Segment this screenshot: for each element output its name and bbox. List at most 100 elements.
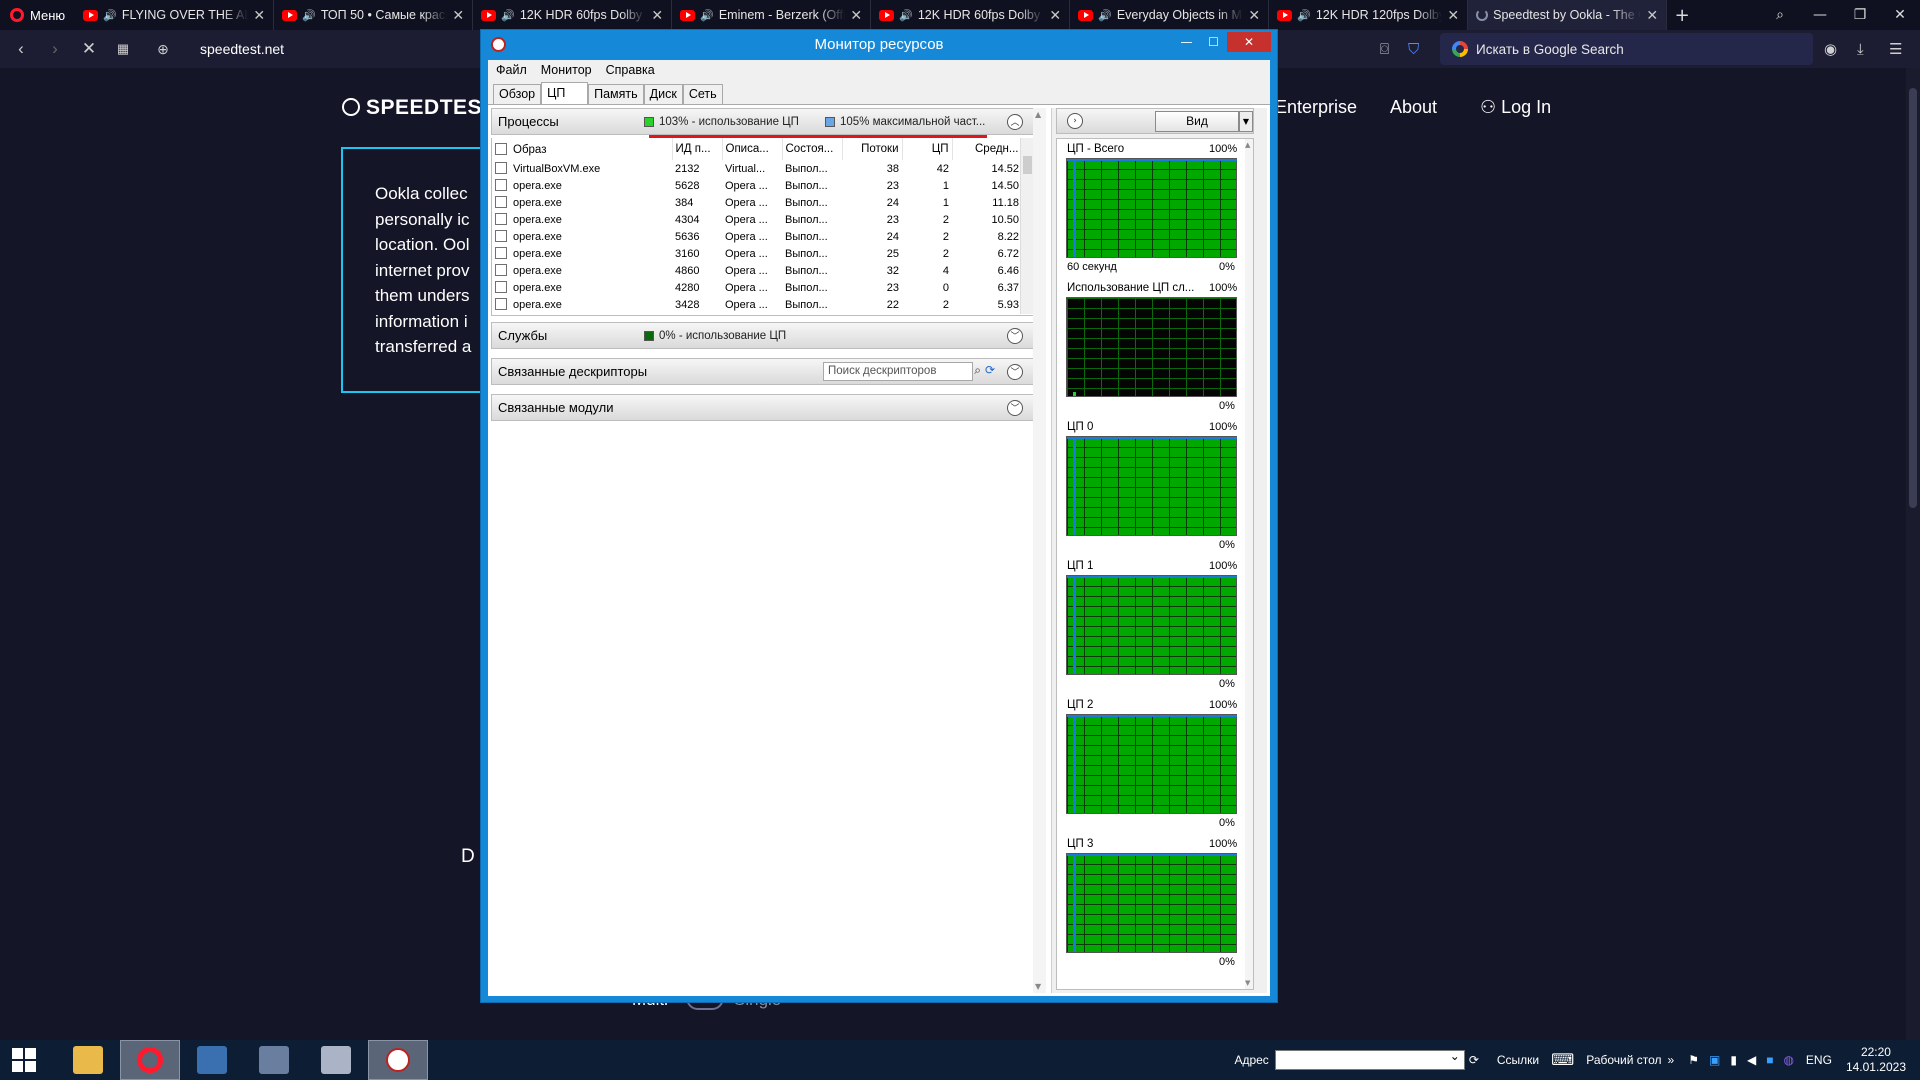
expand-modules-icon[interactable]: ﹀ [1007, 400, 1023, 416]
column-header[interactable]: Образ [492, 138, 673, 160]
table-row[interactable]: opera.exe 3428 Opera ... Выпол... 22 2 5.93 [492, 296, 1022, 313]
browser-tab[interactable]: 🔊 Everyday Objects in Mac ✕ [1070, 0, 1270, 30]
menu-monitor[interactable]: Монитор [541, 63, 592, 77]
page-scrollbar-thumb[interactable] [1909, 88, 1917, 508]
minimize-button[interactable]: — [1800, 7, 1840, 23]
taskbar-resmon[interactable] [368, 1040, 428, 1080]
speaker-icon[interactable]: 🔊 [899, 9, 913, 22]
taskbar-opera[interactable] [120, 1040, 180, 1080]
taskbar-cpuz[interactable] [244, 1040, 304, 1080]
camera-icon[interactable]: ⌼ [1380, 30, 1389, 68]
google-search-input[interactable]: Искать в Google Search [1440, 33, 1813, 65]
close-tab-icon[interactable]: ✕ [850, 7, 862, 24]
tab-disk[interactable]: Диск [643, 84, 683, 104]
expand-handles-icon[interactable]: ﹀ [1007, 364, 1023, 380]
nav-about[interactable]: About [1390, 97, 1437, 118]
close-tab-icon[interactable]: ✕ [651, 7, 663, 24]
desktop-toolbar[interactable]: Рабочий стол [1586, 1053, 1661, 1067]
table-row[interactable]: opera.exe 4280 Opera ... Выпол... 23 0 6.37 [492, 279, 1022, 296]
speaker-icon[interactable]: 🔊 [700, 9, 714, 22]
modules-header[interactable]: Связанные модули ﹀ [491, 394, 1034, 421]
speaker-icon[interactable]: 🔊 [501, 9, 515, 22]
browser-tab[interactable]: 🔊 12K HDR 120fps Dolby ✕ [1269, 0, 1469, 30]
tab-memory[interactable]: Память [588, 84, 644, 104]
details-scrollbar[interactable]: ▲ ▼ [1033, 108, 1046, 993]
view-button[interactable]: Вид [1155, 111, 1239, 132]
resmon-maximize-button[interactable]: ☐ [1200, 32, 1227, 52]
close-tab-icon[interactable]: ✕ [253, 7, 265, 24]
scroll-down-icon[interactable]: ▼ [1035, 982, 1041, 991]
browser-tab[interactable]: 🔊 12K HDR 60fps Dolby V ✕ [473, 0, 673, 30]
speaker-icon[interactable]: 🔊 [1297, 9, 1311, 22]
toolbar-overflow-icon[interactable]: » [1668, 1053, 1675, 1067]
download-icon[interactable]: ⤓ [1857, 30, 1864, 68]
row-checkbox[interactable] [495, 315, 507, 316]
resmon-minimize-button[interactable]: — [1173, 32, 1200, 52]
handles-header[interactable]: Связанные дескрипторы Поиск дескрипторов… [491, 358, 1034, 385]
row-checkbox[interactable] [495, 298, 507, 310]
table-row[interactable]: opera.exe 5636 Opera ... Выпол... 24 2 8.22 [492, 228, 1022, 245]
opera-menu-button[interactable]: Меню [0, 0, 75, 30]
column-header[interactable]: ИД п... [672, 138, 723, 160]
services-header[interactable]: Службы 0% - использование ЦП ﹀ [491, 322, 1034, 349]
graphs-scrollbar[interactable]: ▲ ▼ [1245, 139, 1253, 989]
browser-tab[interactable]: 🔊 Eminem - Berzerk (Official ✕ [672, 0, 872, 30]
go-refresh-icon[interactable]: ⟳ [1469, 1053, 1479, 1067]
easy-setup-icon[interactable]: ☰ [1889, 30, 1902, 68]
table-row[interactable]: opera.exe 4304 Opera ... Выпол... 23 2 10.50 [492, 211, 1022, 228]
row-checkbox[interactable] [495, 247, 507, 259]
new-tab-button[interactable]: + [1667, 5, 1697, 26]
page-scrollbar[interactable] [1906, 68, 1920, 1040]
scroll-up-icon[interactable]: ▲ [1035, 110, 1041, 119]
column-header[interactable]: Потоки [842, 138, 903, 160]
handles-search-input[interactable]: Поиск дескрипторов [823, 362, 973, 381]
browser-tab[interactable]: 🔊 FLYING OVER THE ALPS ✕ [75, 0, 275, 30]
close-tab-icon[interactable]: ✕ [1447, 7, 1459, 24]
row-checkbox[interactable] [495, 196, 507, 208]
processes-header[interactable]: Процессы 103% - использование ЦП 105% ма… [491, 108, 1034, 135]
graphs-scroll-up-icon[interactable]: ▲ [1245, 141, 1250, 149]
profile-icon[interactable]: ◉ [1824, 30, 1837, 68]
close-window-button[interactable]: ✕ [1880, 7, 1920, 23]
volume-icon[interactable]: ◀ [1747, 1053, 1756, 1067]
table-row[interactable]: opera.exe 3160 Opera ... Выпол... 25 2 6.72 [492, 245, 1022, 262]
tab-overview[interactable]: Обзор [493, 84, 542, 104]
clock[interactable]: 22:20 14.01.2023 [1846, 1045, 1906, 1075]
address-toolbar-input[interactable] [1274, 1049, 1465, 1070]
column-header[interactable]: ЦП [902, 138, 953, 160]
speaker-icon[interactable]: 🔊 [103, 9, 117, 22]
speaker-icon[interactable]: 🔊 [302, 9, 316, 22]
menu-help[interactable]: Справка [606, 63, 655, 77]
tab-grid-icon[interactable]: ▦ [106, 41, 140, 57]
tab-network[interactable]: Сеть [682, 84, 723, 104]
close-tab-icon[interactable]: ✕ [452, 7, 464, 24]
row-checkbox[interactable] [495, 230, 507, 242]
resmon-close-button[interactable]: ✕ [1227, 32, 1271, 52]
forward-button[interactable]: › [38, 39, 72, 59]
taskbar-virtualbox[interactable] [182, 1040, 242, 1080]
refresh-icon[interactable]: ⟳ [985, 363, 995, 377]
column-header[interactable]: Состоя... [782, 138, 843, 160]
column-header[interactable]: Средн... [952, 138, 1023, 160]
collapse-processes-icon[interactable]: ︿ [1007, 114, 1023, 130]
site-info-icon[interactable]: ⊕ [146, 41, 180, 58]
table-row[interactable]: opera.exe 384 Opera ... Выпол... 24 1 11.18 [492, 194, 1022, 211]
language-indicator[interactable]: ENG [1806, 1053, 1832, 1067]
links-toolbar[interactable]: Ссылки [1497, 1053, 1539, 1067]
keyboard-icon[interactable]: ⌨ [1551, 1050, 1574, 1070]
table-row[interactable]: opera.exe 5628 Opera ... Выпол... 23 1 14.50 [492, 177, 1022, 194]
close-tab-icon[interactable]: ✕ [1646, 7, 1658, 24]
shield-icon[interactable]: ⛉ [1408, 30, 1419, 68]
nav-login[interactable]: ⚇ Log In [1480, 97, 1551, 118]
flag-icon[interactable]: ⚑ [1688, 1053, 1699, 1067]
tab-cpu[interactable]: ЦП [541, 82, 589, 104]
row-checkbox[interactable] [495, 162, 507, 174]
column-header[interactable]: Описа... [722, 138, 783, 160]
search-tabs-icon[interactable]: ⌕ [1760, 7, 1800, 23]
processes-scrollbar-thumb[interactable] [1023, 156, 1032, 174]
taskbar-explorer[interactable] [58, 1040, 118, 1080]
expand-services-icon[interactable]: ﹀ [1007, 328, 1023, 344]
stop-loading-button[interactable]: ✕ [72, 39, 106, 59]
tray-app-icon[interactable]: ■ [1766, 1053, 1773, 1067]
table-row[interactable]: VirtualBoxVM.exe3252 Virtual... Выпол... 36… [492, 313, 1022, 316]
